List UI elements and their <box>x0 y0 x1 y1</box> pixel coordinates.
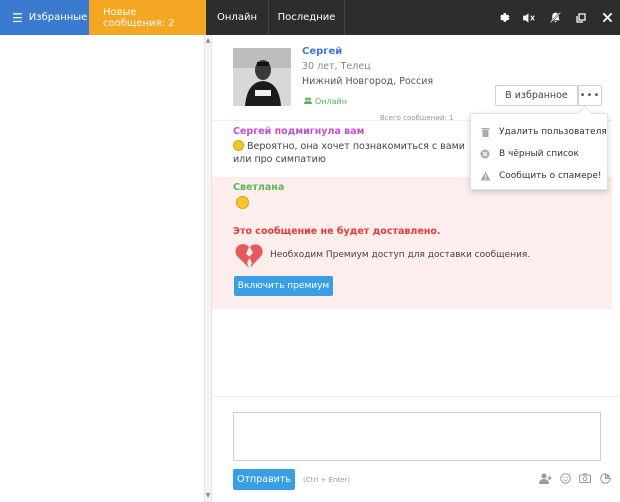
notifications-off-icon-svg <box>549 12 561 23</box>
wink-text-row: Вероятно, она хочет познакомиться с вами… <box>233 140 483 166</box>
popout-icon-svg <box>576 12 586 23</box>
scroll-down-icon[interactable]: ▼ <box>205 492 211 500</box>
users-icon <box>304 97 312 106</box>
close-icon[interactable] <box>594 0 620 35</box>
menu-item-report-spam[interactable]: Сообщить о спамере! <box>471 166 607 186</box>
broken-heart-icon <box>235 244 263 268</box>
users-icon-svg <box>304 97 312 104</box>
composer-tools <box>538 471 612 485</box>
menu-item-delete-user[interactable]: Удалить пользователя <box>471 122 607 142</box>
smile-emoji-icon <box>236 196 249 209</box>
profile-name[interactable]: Сергей <box>302 46 342 57</box>
emoji-icon-svg <box>559 472 571 484</box>
tab-favorites-label: Избранные <box>28 12 88 23</box>
undelivered-warning: Это сообщение не будет доставлено. <box>233 226 441 237</box>
message-input[interactable] <box>233 412 601 461</box>
send-shortcut-hint: (Ctrl + Enter) <box>303 476 351 484</box>
avatar[interactable] <box>233 48 291 106</box>
tab-online[interactable]: Онлайн <box>206 0 269 35</box>
tab-online-label: Онлайн <box>217 12 257 23</box>
profile-age-sign: 30 лет, Телец <box>302 61 371 72</box>
menu-item-blacklist-label: В чёрный список <box>499 149 579 159</box>
premium-notice: Необходим Премиум доступ для доставки со… <box>270 250 531 260</box>
contacts-scrollbar[interactable]: ▲ ▼ <box>204 35 212 502</box>
trash-icon-svg <box>481 128 489 137</box>
tab-new-messages-label: Новые сообщения: 2 <box>103 6 175 29</box>
menu-item-blacklist[interactable]: В чёрный список <box>471 144 607 164</box>
trash-icon <box>471 127 499 137</box>
tab-recent-label: Последние <box>277 12 336 23</box>
contacts-panel <box>0 35 204 502</box>
wink-text: Вероятно, она хочет познакомиться с вами… <box>233 141 465 165</box>
add-user-icon-svg <box>538 473 551 484</box>
wink-emoji-icon <box>233 140 244 151</box>
gear-icon[interactable] <box>490 0 516 35</box>
add-user-icon[interactable] <box>538 471 552 485</box>
camera-icon-svg <box>579 473 591 483</box>
message-composer: Отправить (Ctrl + Enter) <box>212 396 620 502</box>
online-status-label: Онлайн <box>315 97 347 106</box>
menu-item-report-spam-label: Сообщить о спамере! <box>499 171 602 181</box>
online-status: Онлайн <box>304 97 347 106</box>
options-menu: Удалить пользователя В чёрный список Соо… <box>470 113 608 190</box>
send-button[interactable]: Отправить <box>233 469 295 490</box>
menu-icon: ☰ <box>12 10 23 25</box>
block-icon <box>471 149 499 159</box>
mute-icon[interactable] <box>516 0 542 35</box>
emoji-icon[interactable] <box>558 471 572 485</box>
notifications-off-icon[interactable] <box>542 0 568 35</box>
avatar-photo <box>233 48 291 106</box>
close-icon-svg <box>602 12 612 23</box>
mute-icon-svg <box>523 12 535 23</box>
profile-header: Сергей 30 лет, Телец Нижний Новгород, Ро… <box>212 35 620 122</box>
undelivered-message: Светлана Это сообщение не будет доставле… <box>212 177 612 309</box>
scroll-up-icon[interactable]: ▲ <box>205 37 211 45</box>
tab-new-messages[interactable]: Новые сообщения: 2 <box>89 0 206 35</box>
add-to-favorites-button[interactable]: В избранное <box>495 85 578 106</box>
top-bar: ☰ Избранные Новые сообщения: 2 Онлайн По… <box>0 0 620 35</box>
warning-icon-svg <box>480 171 490 181</box>
window-controls <box>490 0 620 35</box>
tab-recent[interactable]: Последние <box>269 0 345 35</box>
sticker-icon[interactable] <box>598 471 612 485</box>
sticker-icon-svg <box>599 472 611 484</box>
popout-icon[interactable] <box>568 0 594 35</box>
wink-title: Сергей подмигнула вам <box>233 126 365 137</box>
gear-icon-svg <box>499 13 509 22</box>
sender-name: Светлана <box>233 182 285 193</box>
more-options-button[interactable]: ••• <box>578 85 602 106</box>
camera-icon[interactable] <box>578 471 592 485</box>
block-icon-svg <box>480 149 490 159</box>
tab-favorites[interactable]: ☰ Избранные <box>0 0 89 35</box>
menu-item-delete-user-label: Удалить пользователя <box>499 127 607 137</box>
warning-icon <box>471 171 499 181</box>
enable-premium-button[interactable]: Включить премиум <box>234 276 333 296</box>
profile-city: Нижний Новгород, Россия <box>302 76 434 87</box>
